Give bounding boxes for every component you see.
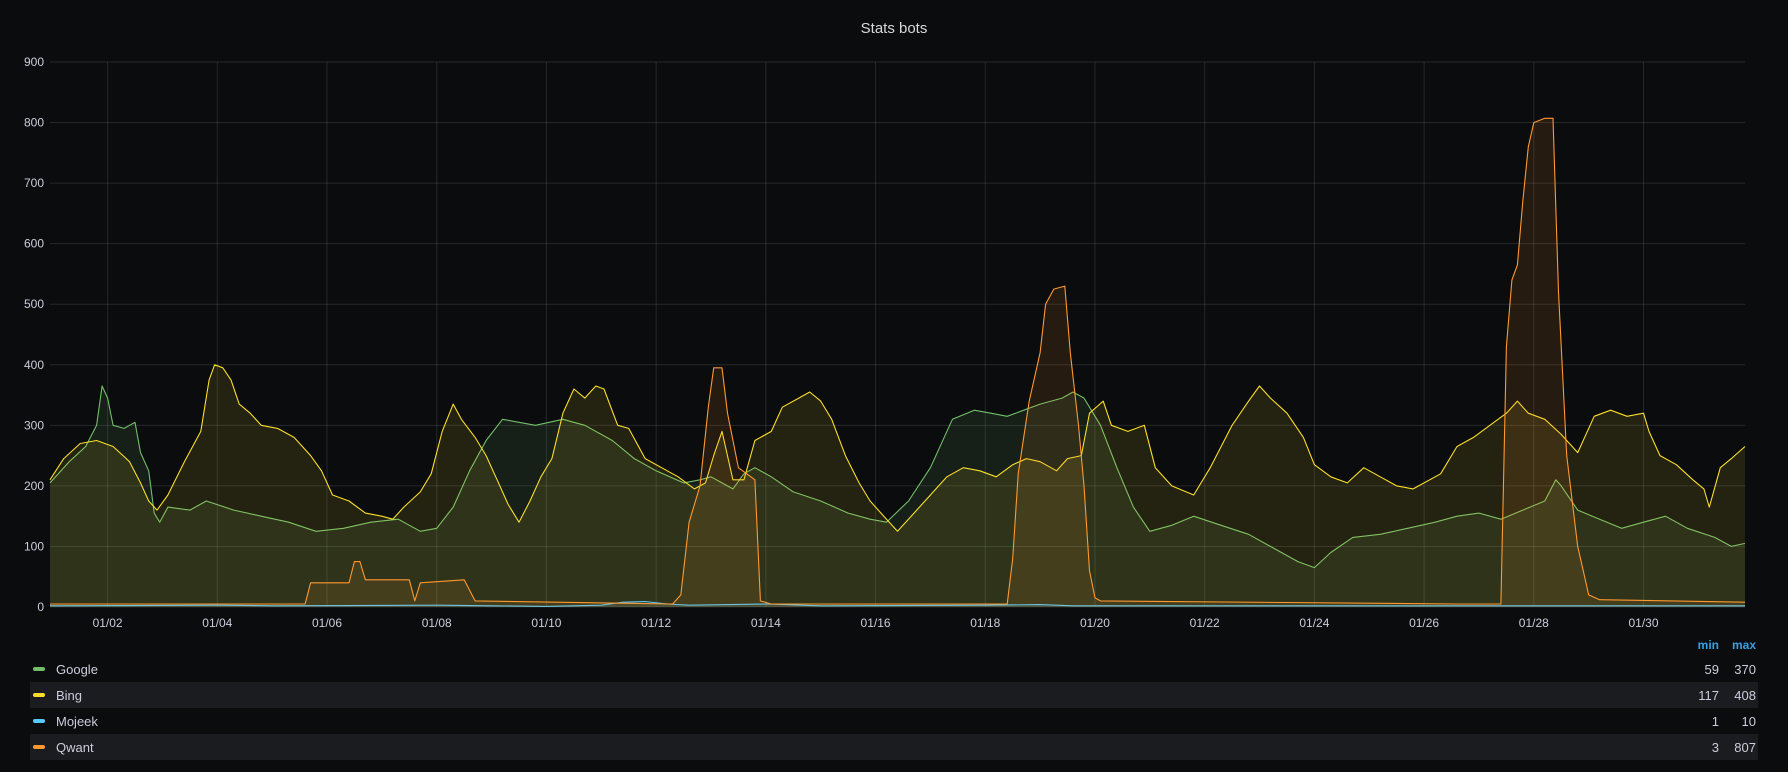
x-tick-label: 01/28	[1519, 616, 1549, 630]
legend-row-google[interactable]: Google 59 370	[30, 656, 1758, 682]
legend-min-bing: 117	[1698, 688, 1719, 703]
x-tick-label: 01/10	[531, 616, 561, 630]
y-tick-label: 100	[24, 539, 44, 553]
legend-min-header[interactable]: min	[1698, 638, 1719, 652]
legend-header: min max	[30, 636, 1758, 656]
legend-max-google: 370	[1734, 662, 1756, 677]
x-tick-label: 01/30	[1629, 616, 1659, 630]
legend-swatch-google	[33, 667, 45, 671]
legend-name-mojeek[interactable]: Mojeek	[56, 714, 98, 729]
chart-plot[interactable]: 0 100 200 300 400 500 600 700 800 900 01/02 01/04 01…	[0, 0, 1788, 630]
x-tick-label: 01/14	[751, 616, 781, 630]
legend-swatch-qwant	[33, 745, 45, 749]
y-tick-label: 700	[24, 176, 44, 190]
legend-min-qwant: 3	[1711, 740, 1719, 755]
x-tick-label: 01/12	[641, 616, 671, 630]
legend-max-mojeek: 10	[1741, 714, 1756, 729]
legend-name-google[interactable]: Google	[56, 662, 98, 677]
x-tick-label: 01/06	[312, 616, 342, 630]
chart-panel: Stats bots 0 100 200 300 400 500 600 700 800 900 0…	[0, 0, 1788, 772]
y-tick-label: 500	[24, 297, 44, 311]
x-tick-label: 01/26	[1409, 616, 1439, 630]
legend: min max Google 59 370 Bing 117 408 Mojee…	[30, 636, 1758, 760]
legend-row-qwant[interactable]: Qwant 3 807	[30, 734, 1758, 760]
x-tick-label: 01/20	[1080, 616, 1110, 630]
legend-max-bing: 408	[1734, 688, 1756, 703]
y-tick-label: 600	[24, 237, 44, 251]
legend-name-qwant[interactable]: Qwant	[56, 740, 94, 755]
y-tick-label: 900	[24, 55, 44, 69]
legend-max-qwant: 807	[1734, 740, 1756, 755]
x-tick-label: 01/22	[1190, 616, 1220, 630]
y-tick-label: 300	[24, 418, 44, 432]
x-tick-label: 01/02	[93, 616, 123, 630]
legend-min-mojeek: 1	[1711, 714, 1719, 729]
legend-swatch-bing	[33, 693, 45, 697]
legend-swatch-mojeek	[33, 719, 45, 723]
x-tick-label: 01/08	[422, 616, 452, 630]
y-tick-label: 400	[24, 358, 44, 372]
x-tick-label: 01/04	[202, 616, 232, 630]
legend-max-header[interactable]: max	[1732, 638, 1756, 652]
legend-name-bing[interactable]: Bing	[56, 688, 82, 703]
legend-row-mojeek[interactable]: Mojeek 1 10	[30, 708, 1758, 734]
legend-min-google: 59	[1704, 662, 1719, 677]
legend-row-bing[interactable]: Bing 117 408	[30, 682, 1758, 708]
y-tick-label: 800	[24, 116, 44, 130]
x-tick-label: 01/24	[1299, 616, 1329, 630]
x-tick-label: 01/16	[861, 616, 891, 630]
y-tick-label: 0	[37, 600, 44, 614]
y-tick-label: 200	[24, 479, 44, 493]
x-tick-label: 01/18	[970, 616, 1000, 630]
